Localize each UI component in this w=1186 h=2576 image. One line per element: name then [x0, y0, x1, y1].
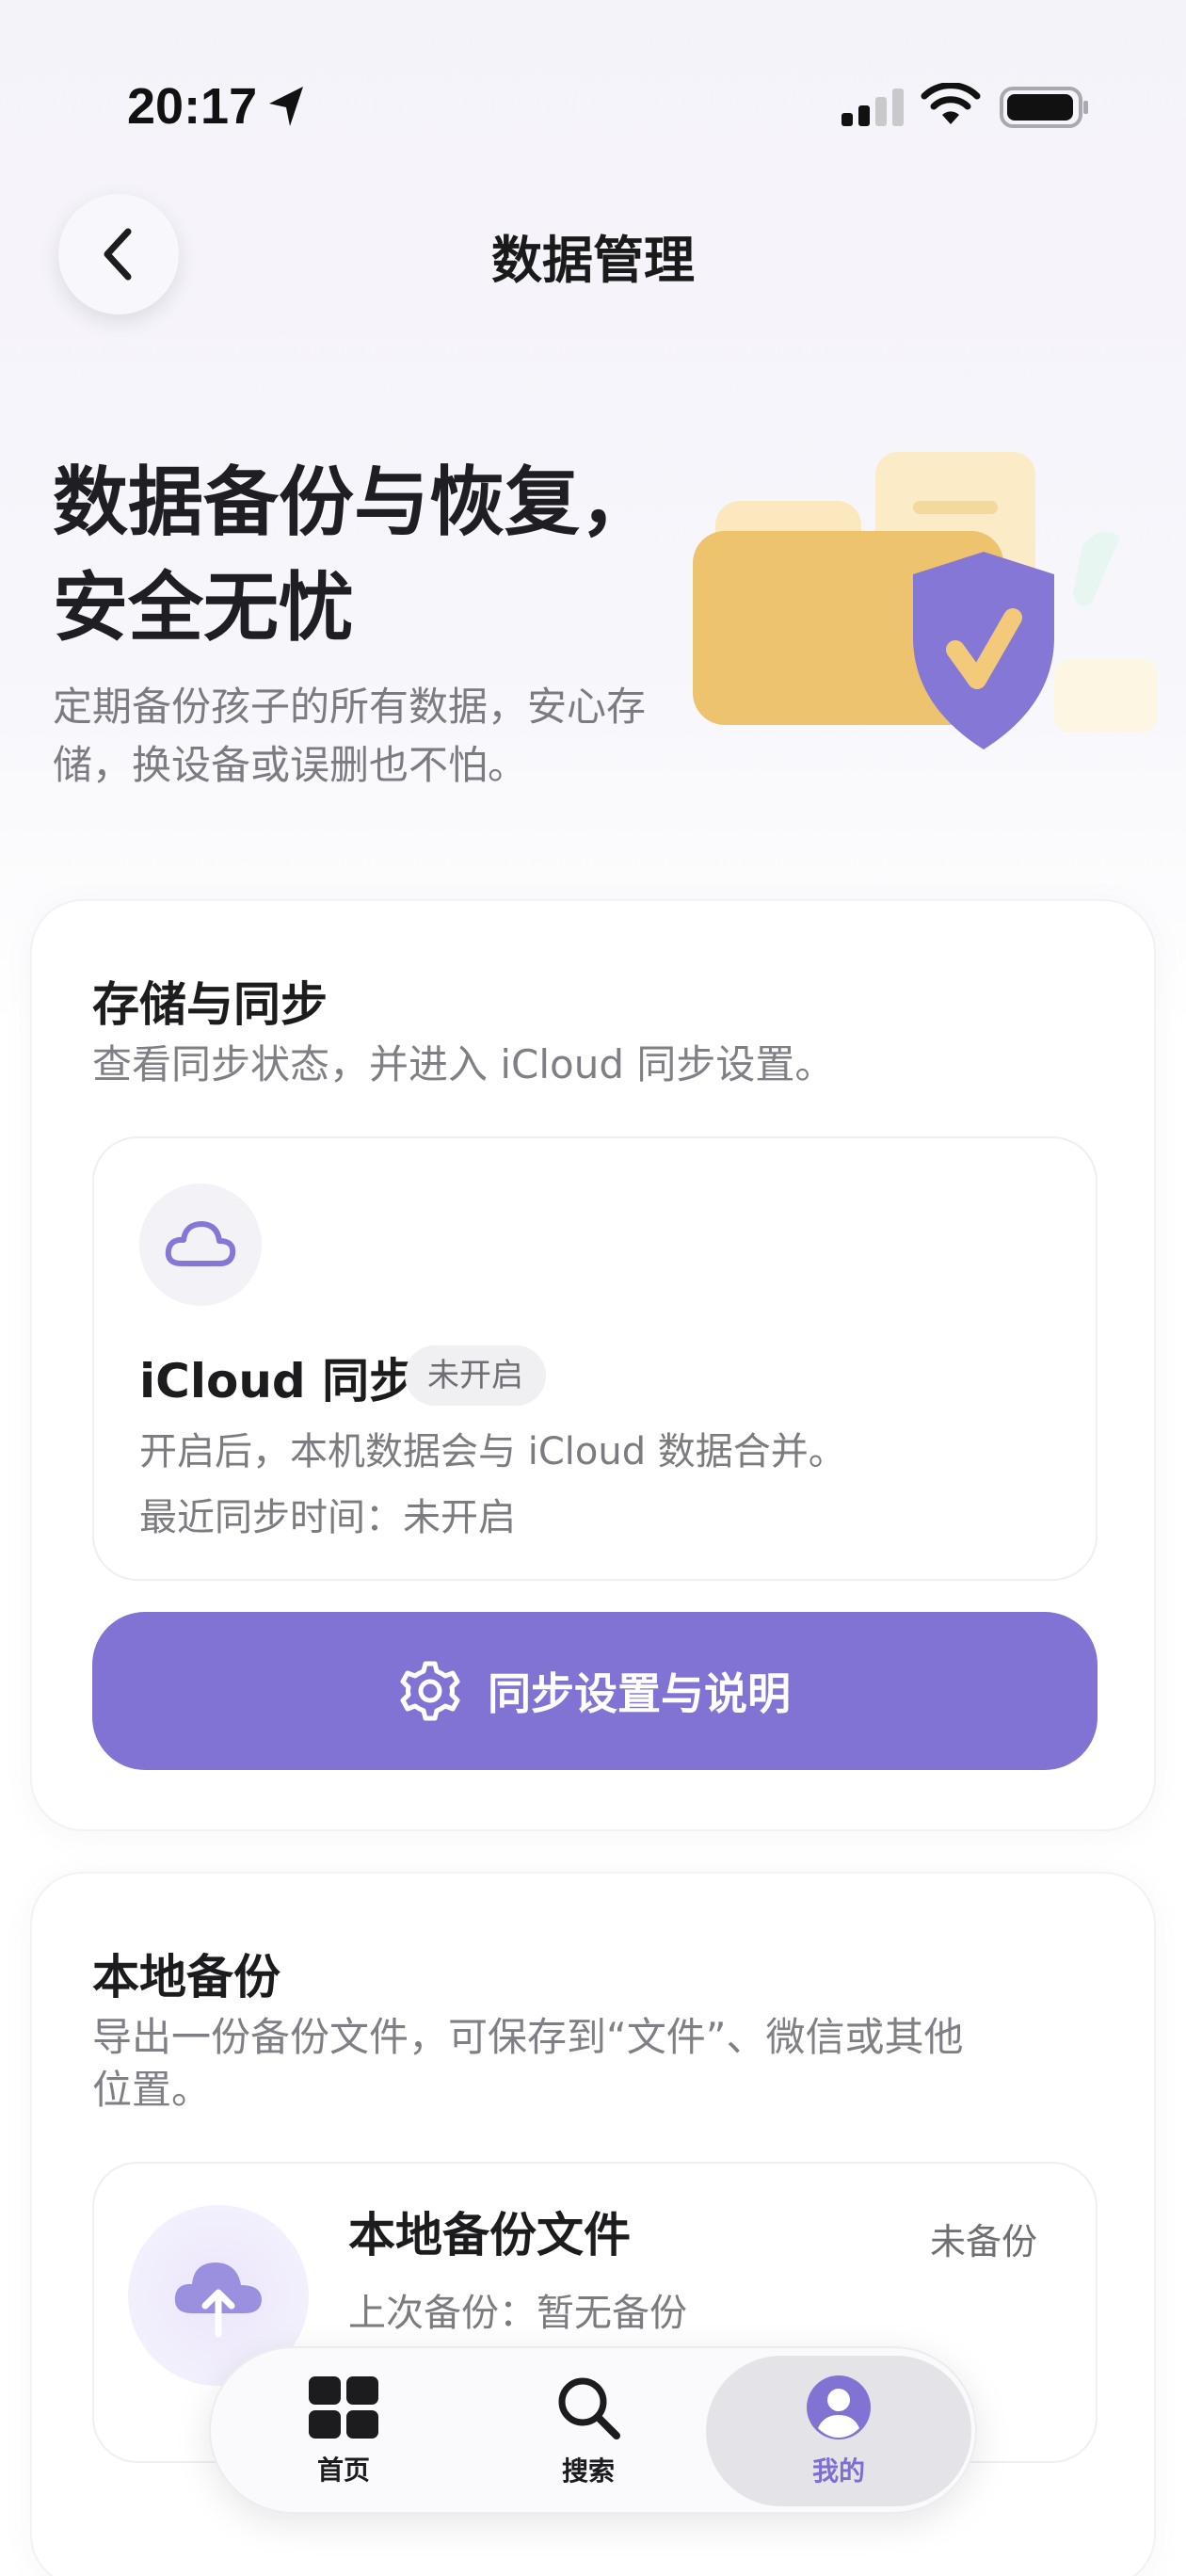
icloud-sync-title: iCloud 同步	[139, 1354, 417, 1409]
tab-label: 我的	[811, 2455, 865, 2487]
icloud-sync-status-card: iCloud 同步 未开启 开启后，本机数据会与 iCloud 数据合并。 最近…	[92, 1136, 1098, 1581]
cellular-signal-icon	[841, 89, 904, 126]
sync-settings-button[interactable]: 同步设置与说明	[92, 1612, 1098, 1770]
location-arrow-icon	[269, 87, 303, 126]
section-title: 存储与同步	[92, 977, 328, 1032]
hero-subtitle: 定期备份孩子的所有数据，安心存储，换设备或误删也不怕。	[53, 684, 647, 788]
tab-search[interactable]: 搜索	[461, 2356, 715, 2506]
last-backup-time: 上次备份：暂无备份	[348, 2292, 687, 2335]
battery-icon	[1000, 87, 1088, 128]
status-bar: 20:17	[0, 0, 1186, 188]
person-icon	[807, 2375, 871, 2439]
wifi-icon	[921, 83, 981, 124]
search-icon	[558, 2377, 620, 2439]
page-title: 数据管理	[491, 231, 695, 290]
hero-title: 数据备份与恢复，安全无忧	[53, 459, 655, 652]
cloud-upload-icon	[174, 2262, 262, 2338]
backup-status-label: 未备份	[929, 2221, 1037, 2262]
backup-folder-shield-illustration	[693, 452, 1158, 749]
section-subtitle: 导出一份备份文件，可保存到“文件”、微信或其他位置。	[92, 2014, 964, 2113]
icloud-sync-description: 开启后，本机数据会与 iCloud 数据合并。	[139, 1430, 846, 1473]
sync-settings-button-label: 同步设置与说明	[488, 1668, 791, 1719]
grid-icon	[309, 2376, 378, 2439]
section-subtitle: 查看同步状态，并进入 iCloud 同步设置。	[92, 1041, 835, 1087]
section-title: 本地备份	[92, 1950, 280, 2004]
tab-label: 搜索	[561, 2455, 615, 2487]
last-sync-time: 最近同步时间：未开启	[139, 1496, 516, 1539]
gear-icon	[400, 1661, 460, 1721]
tab-bar: 首页 搜索 我的	[209, 2346, 977, 2514]
tab-label: 首页	[316, 2455, 370, 2486]
sync-status-badge: 未开启	[405, 1345, 546, 1406]
cloud-icon-wrapper	[139, 1183, 262, 1306]
storage-sync-card: 存储与同步 查看同步状态，并进入 iCloud 同步设置。 iCloud 同步 …	[30, 899, 1156, 1831]
tab-profile[interactable]: 我的	[706, 2356, 971, 2506]
status-time: 20:17	[127, 78, 258, 135]
tab-home[interactable]: 首页	[216, 2356, 471, 2506]
local-backup-file-title: 本地备份文件	[348, 2208, 631, 2262]
cloud-icon	[165, 1221, 236, 1266]
